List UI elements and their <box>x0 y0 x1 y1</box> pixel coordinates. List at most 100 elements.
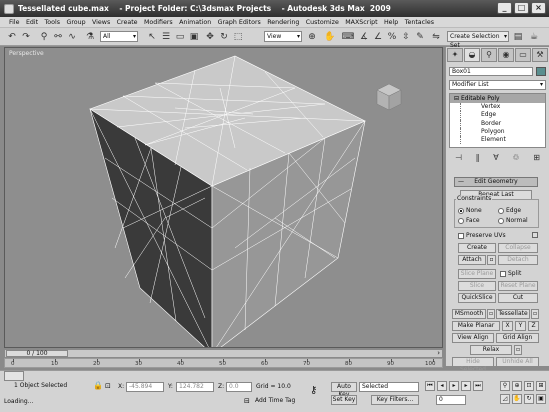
constraint-none-radio[interactable]: None <box>458 207 482 214</box>
percent-snap-icon[interactable]: % <box>386 31 398 43</box>
y-coord-field[interactable]: 124.782 <box>176 382 214 392</box>
maximize-button[interactable]: □ <box>514 2 529 14</box>
detach-button[interactable]: Detach <box>498 255 538 265</box>
attach-list-icon[interactable]: ▫ <box>487 255 496 265</box>
menu-maxscript[interactable]: MAXScript <box>345 19 377 26</box>
menu-group[interactable]: Group <box>66 19 85 26</box>
constraint-edge-radio[interactable]: Edge <box>498 207 521 214</box>
snaps-toggle-icon[interactable]: ∡ <box>358 31 370 43</box>
named-selection-dropdown[interactable]: Create Selection Set <box>447 31 509 49</box>
keyboard-shortcut-icon[interactable]: ⌨ <box>342 31 355 43</box>
unlink-icon[interactable]: ⚯ <box>52 31 64 43</box>
layers-icon[interactable]: ▤ <box>512 31 524 43</box>
absolute-mode-icon[interactable]: ⊡ <box>105 382 111 390</box>
stack-sub-vertex[interactable]: Vertex <box>460 103 545 112</box>
cut-button[interactable]: Cut <box>498 293 538 303</box>
planar-x-button[interactable]: X <box>502 321 513 331</box>
preserve-uvs-settings-icon[interactable] <box>532 232 540 238</box>
view-align-button[interactable]: View Align <box>452 333 494 343</box>
manipulate-icon[interactable]: ✋ <box>324 31 336 43</box>
pin-stack-icon[interactable]: ⊣ <box>455 153 462 164</box>
show-end-result-icon[interactable]: ‖ <box>476 153 480 164</box>
select-and-link-icon[interactable]: ⚲ <box>38 31 50 43</box>
reset-plane-button[interactable]: Reset Plane <box>498 281 538 291</box>
select-object-icon[interactable]: ↖ <box>146 31 158 43</box>
slice-button[interactable]: Slice <box>458 281 496 291</box>
undo-icon[interactable]: ↶ <box>6 31 18 43</box>
menu-modifiers[interactable]: Modifiers <box>144 19 173 26</box>
modifier-list-dropdown[interactable]: Modifier List <box>449 80 546 90</box>
key-filters-button[interactable]: Key Filters... <box>371 395 419 405</box>
menu-file[interactable]: File <box>9 19 20 26</box>
utilities-tab-icon[interactable]: ⚒ <box>532 48 548 62</box>
perspective-viewport[interactable]: Perspective <box>4 47 443 348</box>
edit-named-selection-icon[interactable]: ✎ <box>414 31 426 43</box>
reference-coordinate-dropdown[interactable]: View <box>264 31 302 42</box>
time-tag-icon[interactable]: ⊟ <box>244 397 250 405</box>
zoom-extents-all-icon[interactable]: ⊞ <box>536 381 546 391</box>
orbit-icon[interactable]: ↻ <box>524 394 534 404</box>
time-slider-thumb[interactable]: 0 / 100 <box>6 350 68 357</box>
object-color-swatch[interactable] <box>536 67 546 76</box>
menu-create[interactable]: Create <box>117 19 138 26</box>
pan-view-icon[interactable]: ✋ <box>512 394 522 404</box>
zoom-icon[interactable]: ⚲ <box>500 381 510 391</box>
slice-plane-button[interactable]: Slice Plane <box>458 269 496 279</box>
go-to-end-icon[interactable]: ⏭ <box>473 381 483 391</box>
make-planar-button[interactable]: Make Planar <box>452 321 500 331</box>
maxscript-listener-icon[interactable] <box>4 371 24 381</box>
field-of-view-icon[interactable]: ◿ <box>500 394 510 404</box>
relax-settings-icon[interactable]: ▫ <box>514 345 522 355</box>
collapse-button[interactable]: Collapse <box>498 243 538 253</box>
redo-icon[interactable]: ↷ <box>20 31 32 43</box>
tessellate-settings-icon[interactable]: ▫ <box>531 309 539 319</box>
msmooth-settings-icon[interactable]: ▫ <box>487 309 495 319</box>
menu-tools[interactable]: Tools <box>45 19 61 26</box>
create-tab-icon[interactable]: ✦ <box>447 48 463 62</box>
maximize-viewport-icon[interactable]: ▣ <box>536 394 546 404</box>
go-to-start-icon[interactable]: ⏮ <box>425 381 435 391</box>
unhide-all-button[interactable]: Unhide All <box>496 357 539 367</box>
track-bar[interactable]: 0 10 20 30 40 50 60 70 80 90 100 <box>4 358 443 368</box>
hierarchy-tab-icon[interactable]: ⚲ <box>481 48 497 62</box>
menu-views[interactable]: Views <box>92 19 110 26</box>
tessellate-button[interactable]: Tessellate <box>496 309 530 319</box>
create-button[interactable]: Create <box>458 243 496 253</box>
angle-snap-icon[interactable]: ∠ <box>372 31 384 43</box>
app-icon[interactable] <box>4 3 14 14</box>
remove-modifier-icon[interactable]: ♲ <box>512 153 519 164</box>
window-crossing-icon[interactable]: ▣ <box>188 31 200 43</box>
key-icon[interactable]: ⚷ <box>310 386 317 396</box>
planar-z-button[interactable]: Z <box>528 321 539 331</box>
filter-icon[interactable]: ⚗ <box>84 31 96 43</box>
z-coord-field[interactable]: 0.0 <box>226 382 252 392</box>
menu-customize[interactable]: Customize <box>306 19 339 26</box>
select-and-rotate-icon[interactable]: ↻ <box>218 31 230 43</box>
split-checkbox[interactable]: Split <box>500 270 521 277</box>
menu-help[interactable]: Help <box>384 19 398 26</box>
select-and-move-icon[interactable]: ✥ <box>204 31 216 43</box>
stack-sub-border[interactable]: Border <box>460 119 545 128</box>
grid-align-button[interactable]: Grid Align <box>496 333 539 343</box>
next-frame-icon[interactable]: ▸ <box>461 381 471 391</box>
play-icon[interactable]: ▸ <box>449 381 459 391</box>
menu-rendering[interactable]: Rendering <box>267 19 299 26</box>
set-key-button[interactable]: Set Key <box>331 395 357 405</box>
menu-animation[interactable]: Animation <box>179 19 211 26</box>
stack-sub-element[interactable]: Element <box>460 136 545 145</box>
planar-y-button[interactable]: Y <box>515 321 526 331</box>
mirror-icon[interactable]: ⇋ <box>430 31 442 43</box>
menu-graph-editors[interactable]: Graph Editors <box>218 19 261 26</box>
motion-tab-icon[interactable]: ◉ <box>498 48 514 62</box>
object-name-field[interactable]: Box01 <box>449 67 533 76</box>
attach-button[interactable]: Attach <box>458 255 486 265</box>
hide-selected-button[interactable]: Hide Selected <box>452 357 494 373</box>
modify-tab-icon[interactable]: ◒ <box>464 48 480 62</box>
quickslice-button[interactable]: QuickSlice <box>458 293 496 303</box>
constraint-face-radio[interactable]: Face <box>458 217 480 224</box>
select-and-scale-icon[interactable]: ⬚ <box>232 31 244 43</box>
auto-key-button[interactable]: Auto Key <box>331 382 357 398</box>
pivot-center-icon[interactable]: ⊕ <box>306 31 318 43</box>
make-unique-icon[interactable]: ∀ <box>493 153 498 164</box>
time-slider[interactable]: 0 / 100 › <box>4 349 443 358</box>
